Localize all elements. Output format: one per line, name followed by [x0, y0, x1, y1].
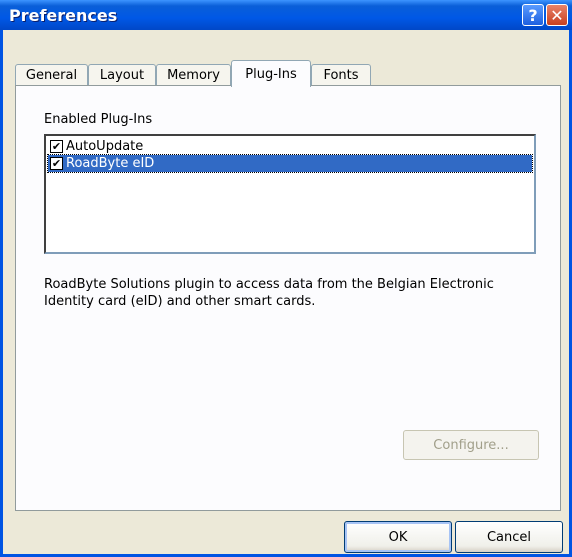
close-button[interactable]: ✕ — [546, 4, 568, 26]
checkbox-roadbyte-eid[interactable]: ✔ — [50, 157, 63, 170]
plugin-description: RoadByte Solutions plugin to access data… — [44, 277, 494, 309]
enabled-plugins-label: Enabled Plug-Ins — [44, 112, 153, 127]
window-title: Preferences — [9, 6, 118, 25]
list-item[interactable]: ✔ AutoUpdate — [48, 138, 532, 155]
plugin-list[interactable]: ✔ AutoUpdate ✔ RoadByte eID — [44, 134, 536, 254]
ok-button[interactable]: OK — [344, 521, 452, 553]
tab-layout[interactable]: Layout — [88, 64, 156, 86]
checkbox-autoupdate[interactable]: ✔ — [50, 140, 63, 153]
plug-ins-panel: Enabled Plug-Ins ✔ AutoUpdate ✔ RoadByte… — [15, 85, 561, 511]
configure-button[interactable]: Configure... — [403, 430, 539, 460]
tab-fonts[interactable]: Fonts — [311, 64, 371, 86]
tab-general[interactable]: General — [15, 64, 88, 86]
tab-memory[interactable]: Memory — [156, 64, 231, 86]
title-bar[interactable]: Preferences ? ✕ — [0, 0, 572, 30]
preferences-window: Preferences ? ✕ General Layout Memory Pl… — [0, 0, 572, 557]
help-button[interactable]: ? — [522, 4, 544, 26]
tab-plug-ins[interactable]: Plug-Ins — [231, 60, 311, 87]
cancel-button[interactable]: Cancel — [455, 521, 563, 553]
plugin-label: RoadByte eID — [66, 156, 155, 171]
plugin-label: AutoUpdate — [66, 139, 144, 154]
list-item[interactable]: ✔ RoadByte eID — [47, 154, 533, 173]
